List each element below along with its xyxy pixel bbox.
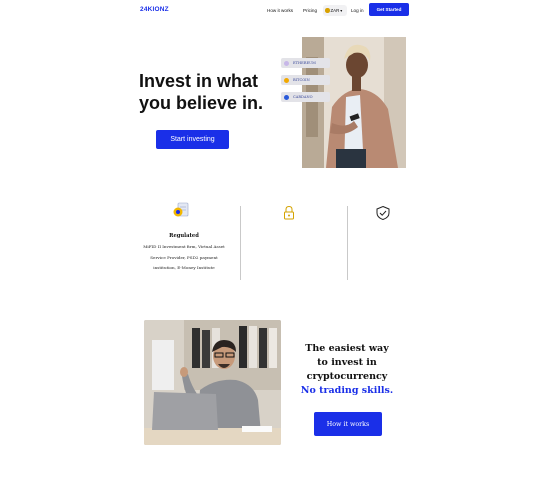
currency-label: ZAR [330, 8, 340, 13]
coin-tag-label: CARDANO [293, 95, 313, 99]
coin-tag-label: BITCOIN [293, 78, 310, 82]
promo-line4: No trading skills. [300, 385, 394, 396]
hero-title-line1: Invest in what [139, 71, 259, 91]
coin-tag-cardano[interactable]: CARDANO [281, 92, 330, 102]
nav-login[interactable]: Log in [351, 8, 364, 13]
promo-headline: The easiest way to invest in cryptocurre… [297, 342, 397, 398]
feature-divider [240, 206, 241, 280]
promo-line3: cryptocurrency [306, 371, 388, 382]
regulated-line: institution, E-Money Institute [153, 265, 215, 270]
cardano-icon [284, 94, 289, 100]
coin-tag-ethereum[interactable]: ETHEREUM [281, 58, 330, 68]
regulated-line: Service Provider, PSD2 payment [150, 254, 218, 260]
coin-tag-bitcoin[interactable]: BITCOIN [281, 75, 330, 85]
hero-title: Invest in what you believe in. [139, 70, 284, 114]
feature-divider [347, 206, 348, 280]
chevron-down-icon: ▾ [340, 8, 343, 13]
get-started-button[interactable]: Get Started [369, 3, 409, 16]
ethereum-icon [284, 60, 289, 66]
currency-flag-icon [325, 8, 330, 13]
shield-check-icon [375, 205, 391, 221]
nav-how-it-works[interactable]: How it works [267, 8, 293, 13]
lock-icon [282, 205, 296, 220]
man-laptop-illustration [144, 320, 281, 445]
woman-illustration [302, 37, 406, 168]
brand-logo[interactable]: 24KIONZ [140, 6, 169, 13]
nav-pricing[interactable]: Pricing [303, 8, 317, 13]
how-it-works-button[interactable]: How it works [314, 412, 382, 436]
regulated-description: MiFID II Investment firm, Virtual Asset … [141, 242, 227, 274]
start-investing-button[interactable]: Start investing [156, 130, 229, 149]
regulated-icon [171, 201, 191, 219]
promo-photo-man-laptop [144, 320, 281, 445]
regulated-title: Regulated [169, 233, 199, 239]
hero-photo-woman [302, 37, 406, 168]
currency-selector[interactable]: ZAR ▾ [323, 5, 347, 16]
hero-title-line2: you believe in. [139, 93, 264, 113]
coin-tag-label: ETHEREUM [293, 61, 316, 65]
promo-line1: The easiest way [305, 343, 389, 354]
regulated-line: MiFID II Investment firm, Virtual Asset [143, 244, 225, 249]
promo-line2: to invest in [317, 357, 377, 368]
bitcoin-icon [284, 77, 289, 83]
